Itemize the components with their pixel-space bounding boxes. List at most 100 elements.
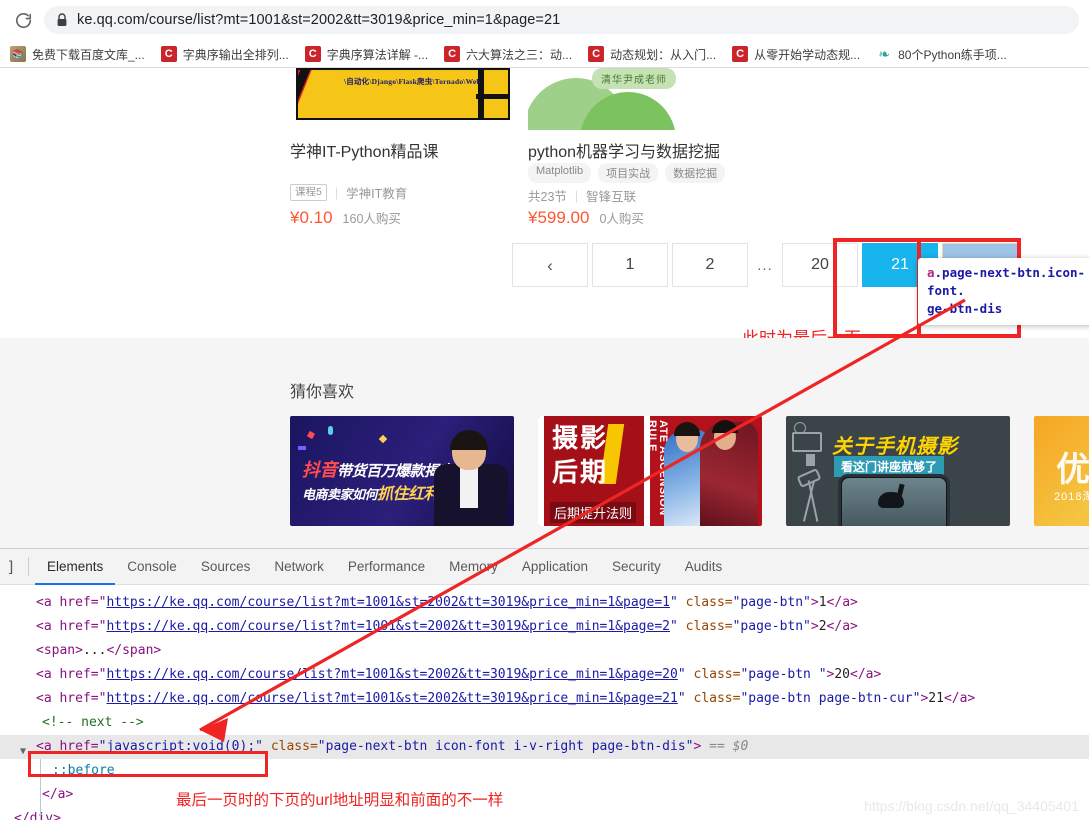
course-tag[interactable]: 项目实战 xyxy=(598,163,659,183)
toolbar-divider xyxy=(28,557,29,576)
meta-separator: | xyxy=(334,185,339,200)
banner-emphasis: 抓住红利 xyxy=(377,486,440,503)
course-buyers-2: 0人购买 xyxy=(599,212,644,226)
tab-network[interactable]: Network xyxy=(262,549,336,584)
dom-class-value: "page-btn" xyxy=(732,619,811,634)
course-tag[interactable]: 数据挖掘 xyxy=(665,163,726,183)
bookmark-item-3[interactable]: C 六大算法之三：动... xyxy=(444,46,572,63)
tooltip-classes-line1: .page-next-btn.icon-font. xyxy=(927,265,1086,298)
page-button-20[interactable]: 20 xyxy=(782,243,858,287)
address-bar[interactable]: ke.qq.com/course/list?mt=1001&st=2002&tt… xyxy=(44,6,1079,34)
dom-href-value[interactable]: https://ke.qq.com/course/list?mt=1001&st… xyxy=(106,667,677,682)
dom-line-pseudo-before[interactable]: ::before xyxy=(0,759,1089,783)
course-list: \自动化\Django\Flask爬虫\Tornado\Web 学神IT-Pyt… xyxy=(0,68,1089,348)
dom-open-tag: <a href= xyxy=(36,739,99,754)
banner-line-3: 后期提升法则 xyxy=(550,502,637,523)
teacher-badge: 清华尹成老师 xyxy=(592,68,676,89)
watermark: https://blog.csdn.net/qq_34405401 xyxy=(864,798,1079,814)
annotation-url-difference: 最后一页时的下页的url地址明显和前面的不一样 xyxy=(176,792,504,809)
dom-selected-marker: == $0 xyxy=(709,739,749,754)
banner-line-1: 抖音带货百万爆款揭密 xyxy=(302,456,454,482)
dom-href-value[interactable]: https://ke.qq.com/course/list?mt=1001&st… xyxy=(106,619,670,634)
course-price-row-1: ¥0.10 160人购买 xyxy=(290,208,401,228)
bookmark-label: 80个Python练手项... xyxy=(898,47,1007,62)
dom-class-value: "page-btn " xyxy=(740,667,827,682)
course-title-2[interactable]: python机器学习与数据挖掘 xyxy=(528,138,720,162)
course-price-1: ¥0.10 xyxy=(290,208,333,227)
tab-audits[interactable]: Audits xyxy=(673,549,735,584)
recommend-card-mobile-photography[interactable]: 关于手机摄影 看这门讲座就够了 xyxy=(786,416,1010,526)
dom-attr-name: class= xyxy=(685,667,741,682)
dom-close-tag: </a> xyxy=(826,595,858,610)
device-toolbar-icon[interactable]: ] xyxy=(0,549,22,584)
camera-icon xyxy=(792,432,822,466)
recommend-card-douyin[interactable]: 抖音带货百万爆款揭密 电商卖家如何抓住红利 xyxy=(290,416,514,526)
elements-tree[interactable]: <a href="https://ke.qq.com/course/list?m… xyxy=(0,585,1089,820)
course-provider-1[interactable]: 学神IT教育 xyxy=(346,183,407,202)
dom-class-value: "page-btn page-btn-cur" xyxy=(740,691,921,706)
dom-href-value[interactable]: https://ke.qq.com/course/list?mt=1001&st… xyxy=(106,595,670,610)
csdn-icon: C xyxy=(444,46,461,62)
element-inspector-tooltip: a.page-next-btn.icon-font. ge-btn-dis xyxy=(918,258,1089,325)
banner-line-2: 电商卖家如何抓住红利 xyxy=(302,480,440,504)
page-button-2[interactable]: 2 xyxy=(672,243,748,287)
dom-line-page-1[interactable]: <a href="https://ke.qq.com/course/list?m… xyxy=(0,591,1089,615)
bookmark-item-0[interactable]: 📚 免费下载百度文库_... xyxy=(10,46,145,63)
dom-comment: <!-- next --> xyxy=(42,715,144,730)
course-meta-1: 课程5 | 学神IT教育 xyxy=(290,183,407,202)
recommend-title: 猜你喜欢 xyxy=(290,384,355,401)
course-provider-2[interactable]: 智锋互联 xyxy=(586,186,636,205)
course-tag[interactable]: Matplotlib xyxy=(528,163,592,183)
dom-href-value[interactable]: https://ke.qq.com/course/list?mt=1001&st… xyxy=(106,691,677,706)
tripod-illustration xyxy=(794,468,830,522)
bookmark-item-2[interactable]: C 字典序算法详解 -... xyxy=(304,46,429,63)
bookmark-item-6[interactable]: ❧ 80个Python练手项... xyxy=(876,46,1007,63)
recommend-card-photography[interactable]: 摄影 后期 后期提升法则 ATE ASCENSION RULE xyxy=(538,416,762,526)
chevron-down-icon[interactable]: ▼ xyxy=(20,740,26,764)
browser-chrome: ke.qq.com/course/list?mt=1001&st=2002&tt… xyxy=(0,0,1089,68)
chevron-left-icon: ‹ xyxy=(547,255,553,275)
dom-line-span-ellipsis[interactable]: <span>...</span> xyxy=(0,639,1089,663)
tab-elements[interactable]: Elements xyxy=(35,549,116,585)
dom-pseudo-element: ::before xyxy=(52,763,115,778)
dom-line-page-21[interactable]: <a href="https://ke.qq.com/course/list?m… xyxy=(0,687,1089,711)
thumbnail-art: \自动化\Django\Flask爬虫\Tornado\Web xyxy=(296,68,510,120)
page-prev-button[interactable]: ‹ xyxy=(512,243,588,287)
course-meta-2: 共23节 | 智锋互联 xyxy=(528,186,636,205)
course-thumbnail-1[interactable]: \自动化\Django\Flask爬虫\Tornado\Web xyxy=(290,68,516,130)
tab-performance[interactable]: Performance xyxy=(336,549,437,584)
dom-line-next-button-selected[interactable]: ▼ <a href="javascript:void(0);" class="pa… xyxy=(0,735,1089,759)
tab-sources[interactable]: Sources xyxy=(189,549,263,584)
dom-text: 2 xyxy=(818,619,827,634)
csdn-icon: C xyxy=(160,46,177,62)
banner-line-2-rest: 电商卖家如何 xyxy=(302,487,378,502)
dom-attr-name: class= xyxy=(677,619,733,634)
dom-href-value[interactable]: javascript:void(0); xyxy=(106,739,255,754)
dom-attr-name: class= xyxy=(677,595,733,610)
tab-console[interactable]: Console xyxy=(115,549,189,584)
banner-line-2: 2018淘宝新 xyxy=(1054,491,1089,503)
dom-open-tag: <span> xyxy=(36,643,83,658)
tab-security[interactable]: Security xyxy=(600,549,673,584)
course-price-row-2: ¥599.00 0人购买 xyxy=(528,208,644,228)
hair-shape xyxy=(674,422,700,436)
course-title-1[interactable]: 学神IT-Python精品课 xyxy=(290,138,438,162)
bookmark-label: 字典序算法详解 -... xyxy=(326,47,429,62)
recommend-card-quality[interactable]: 优质 2018淘宝新 xyxy=(1034,416,1089,526)
bookmark-item-1[interactable]: C 字典序输出全排列... xyxy=(160,46,289,63)
reload-icon[interactable] xyxy=(8,5,38,35)
dom-close-tag: </span> xyxy=(106,643,162,658)
dom-quote: " xyxy=(669,619,678,634)
dom-line-page-2[interactable]: <a href="https://ke.qq.com/course/list?m… xyxy=(0,615,1089,639)
bookmark-item-5[interactable]: C 从零开始学动态规... xyxy=(732,46,860,63)
page-button-1[interactable]: 1 xyxy=(592,243,668,287)
csdn-icon: C xyxy=(588,46,605,62)
dom-quote: " xyxy=(677,691,686,706)
bookmark-label: 动态规划：从入门... xyxy=(610,47,717,62)
dom-line-page-20[interactable]: <a href="https://ke.qq.com/course/list?m… xyxy=(0,663,1089,687)
tab-application[interactable]: Application xyxy=(510,549,600,584)
tooltip-classes-line2: ge-btn-dis xyxy=(927,301,1003,316)
tab-memory[interactable]: Memory xyxy=(437,549,510,584)
camera-grip xyxy=(806,454,815,466)
bookmark-item-4[interactable]: C 动态规划：从入门... xyxy=(588,46,716,63)
